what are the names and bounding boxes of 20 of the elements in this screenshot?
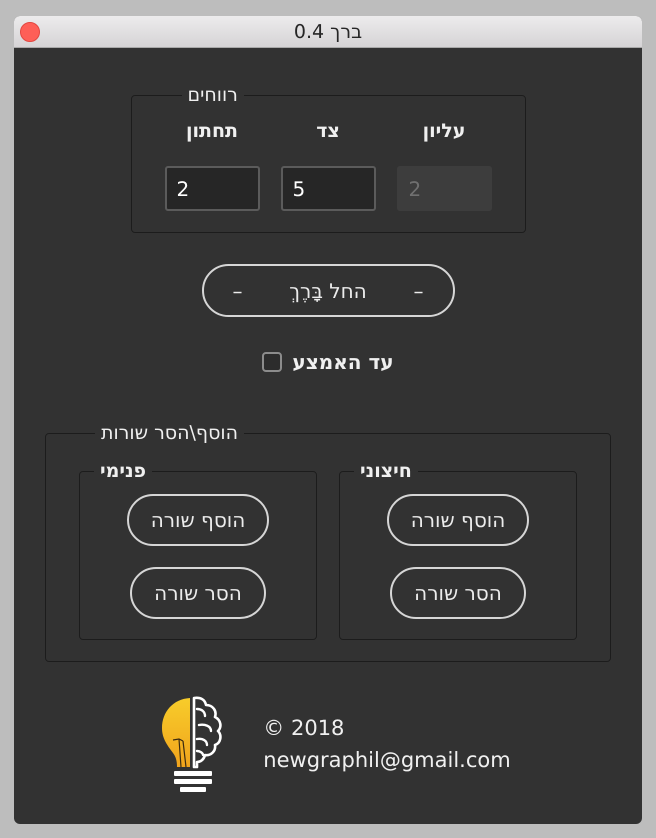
- window-title: ברך 0.4: [294, 20, 362, 44]
- number-field[interactable]: 5: [280, 166, 376, 211]
- field-label: תחתון: [186, 120, 238, 142]
- field-label: צד: [316, 120, 340, 142]
- close-button[interactable]: [20, 22, 40, 42]
- row-button[interactable]: הסר שורה: [130, 567, 266, 619]
- start-button[interactable]: – החל בָּרֶךְ –: [202, 264, 454, 317]
- row-button[interactable]: הוסף שורה: [126, 494, 270, 546]
- checkbox-label: עד האמצע: [292, 350, 394, 374]
- group-legend: הוסף\הסר שורות: [95, 422, 244, 444]
- copyright-text: © 2018: [263, 715, 344, 742]
- row-button[interactable]: הסר שורה: [390, 567, 526, 619]
- group-legend: חיצוני: [354, 460, 418, 482]
- group-legend: רווחים: [182, 84, 244, 106]
- number-field[interactable]: 2: [164, 166, 260, 211]
- field-label: עליון: [422, 120, 466, 142]
- checkbox[interactable]: [262, 352, 282, 372]
- email-text: newgraphil@gmail.com: [263, 747, 511, 774]
- group-legend: פנימי: [94, 460, 152, 482]
- row-button[interactable]: הוסף שורה: [386, 494, 530, 546]
